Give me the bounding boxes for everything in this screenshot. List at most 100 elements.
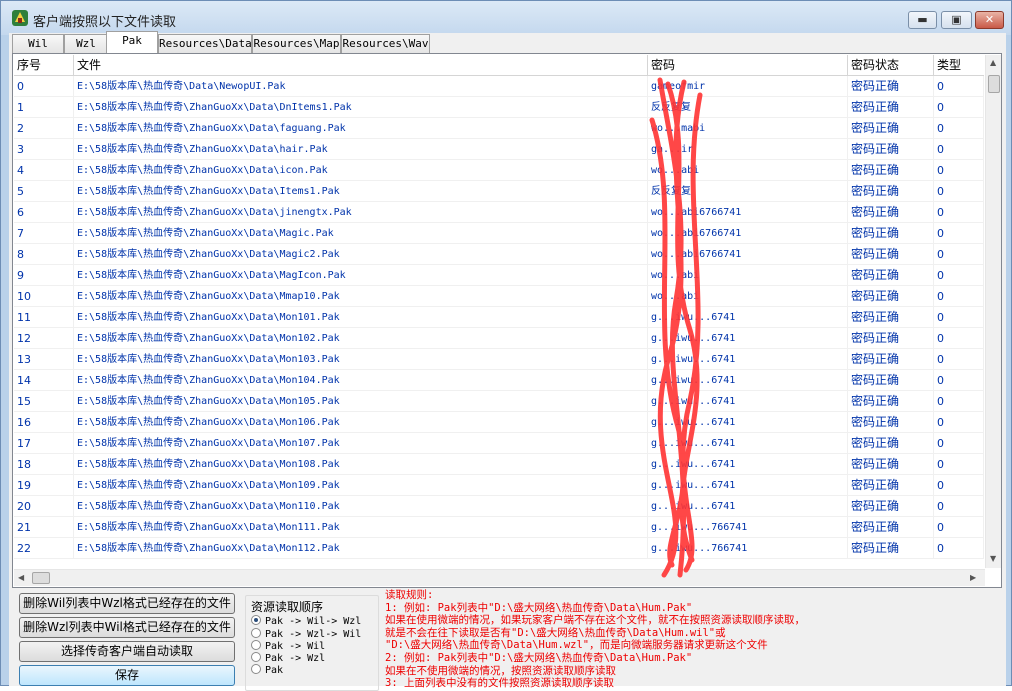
column-header-index[interactable]: 序号: [14, 55, 74, 76]
cell-file: E:\58版本库\热血传奇\ZhanGuoXx\Data\Mon111.Pak: [74, 517, 648, 538]
cell-status: 密码正确: [848, 538, 934, 559]
tab-resources-data[interactable]: Resources\Data: [158, 34, 252, 53]
column-header-file[interactable]: 文件: [74, 55, 648, 76]
radio-order-4[interactable]: Pak -> Wzl: [251, 652, 325, 664]
table-row[interactable]: 20 E:\58版本库\热血传奇\ZhanGuoXx\Data\Mon110.Pa…: [14, 496, 984, 517]
table-row[interactable]: 1 E:\58版本库\热血传奇\ZhanGuoXx\Data\DnItems1.P…: [14, 97, 984, 118]
cell-password: wo...abi6766741: [648, 223, 848, 244]
radio-order-5[interactable]: Pak: [251, 664, 283, 676]
scroll-up-arrow-icon[interactable]: ▲: [990, 59, 996, 67]
cell-type: 0: [934, 160, 984, 181]
cell-index: 1: [14, 97, 74, 118]
cell-type: 0: [934, 496, 984, 517]
cell-index: 0: [14, 76, 74, 97]
cell-index: 6: [14, 202, 74, 223]
tab-wzl[interactable]: Wzl: [64, 34, 108, 53]
save-button[interactable]: 保存: [19, 665, 235, 686]
table-row[interactable]: 15 E:\58版本库\热血传奇\ZhanGuoXx\Data\Mon105.Pa…: [14, 391, 984, 412]
table-row[interactable]: 9 E:\58版本库\热血传奇\ZhanGuoXx\Data\MagIcon.Pa…: [14, 265, 984, 286]
column-header-password[interactable]: 密码: [648, 55, 848, 76]
table-row[interactable]: 6 E:\58版本库\热血传奇\ZhanGuoXx\Data\jinengtx.P…: [14, 202, 984, 223]
column-header-type[interactable]: 类型: [934, 55, 984, 76]
cell-status: 密码正确: [848, 475, 934, 496]
vertical-scrollbar[interactable]: ▲ ▼: [985, 55, 1001, 568]
cell-index: 21: [14, 517, 74, 538]
table-row[interactable]: 0 E:\58版本库\热血传奇\Data\NewopUI.Pak gameofmir…: [14, 76, 984, 97]
table-row[interactable]: 10 E:\58版本库\热血传奇\ZhanGuoXx\Data\Mmap10.Pa…: [14, 286, 984, 307]
pak-file-list[interactable]: 序号 文件 密码 密码状态 类型 0 E:\58版本库\热血传奇\Data\New…: [14, 55, 984, 568]
cell-file: E:\58版本库\热血传奇\ZhanGuoXx\Data\Mon103.Pak: [74, 349, 648, 370]
cell-file: E:\58版本库\热血传奇\ZhanGuoXx\Data\Mon109.Pak: [74, 475, 648, 496]
horizontal-scroll-thumb[interactable]: [32, 572, 50, 584]
radio-icon[interactable]: [251, 652, 261, 662]
table-row[interactable]: 21 E:\58版本库\热血传奇\ZhanGuoXx\Data\Mon111.Pa…: [14, 517, 984, 538]
radio-selected-icon[interactable]: [251, 615, 261, 625]
table-row[interactable]: 3 E:\58版本库\热血传奇\ZhanGuoXx\Data\hair.Pak ga…: [14, 139, 984, 160]
cell-status: 密码正确: [848, 370, 934, 391]
delete-wil-duplicates-button[interactable]: 删除Wil列表中Wzl格式已经存在的文件: [19, 593, 235, 614]
delete-wzl-duplicates-button[interactable]: 删除Wzl列表中Wil格式已经存在的文件: [19, 617, 235, 638]
cell-type: 0: [934, 454, 984, 475]
scroll-right-arrow-icon[interactable]: ▶: [970, 574, 976, 582]
cell-status: 密码正确: [848, 433, 934, 454]
table-row[interactable]: 17 E:\58版本库\热血传奇\ZhanGuoXx\Data\Mon107.Pa…: [14, 433, 984, 454]
cell-file: E:\58版本库\热血传奇\ZhanGuoXx\Data\Mmap10.Pak: [74, 286, 648, 307]
cell-index: 3: [14, 139, 74, 160]
radio-icon[interactable]: [251, 628, 261, 638]
table-row[interactable]: 18 E:\58版本库\热血传奇\ZhanGuoXx\Data\Mon108.Pa…: [14, 454, 984, 475]
table-row[interactable]: 11 E:\58版本库\热血传奇\ZhanGuoXx\Data\Mon101.Pa…: [14, 307, 984, 328]
table-row[interactable]: 14 E:\58版本库\热血传奇\ZhanGuoXx\Data\Mon104.Pa…: [14, 370, 984, 391]
cell-index: 17: [14, 433, 74, 454]
auto-read-client-button[interactable]: 选择传奇客户端自动读取: [19, 641, 235, 662]
title-bar[interactable]: 客户端按照以下文件读取 ▬ ▣ ✕: [1, 1, 1011, 35]
table-row[interactable]: 19 E:\58版本库\热血传奇\ZhanGuoXx\Data\Mon109.Pa…: [14, 475, 984, 496]
cell-file: E:\58版本库\热血传奇\ZhanGuoXx\Data\Mon110.Pak: [74, 496, 648, 517]
scroll-left-arrow-icon[interactable]: ◀: [18, 574, 24, 582]
table-row[interactable]: 13 E:\58版本库\热血传奇\ZhanGuoXx\Data\Mon103.Pa…: [14, 349, 984, 370]
tab-resources-map[interactable]: Resources\Map: [252, 34, 341, 53]
cell-file: E:\58版本库\热血传奇\ZhanGuoXx\Data\DnItems1.Pa…: [74, 97, 648, 118]
window-title: 客户端按照以下文件读取: [33, 15, 177, 30]
table-row[interactable]: 2 E:\58版本库\热血传奇\ZhanGuoXx\Data\faguang.Pa…: [14, 118, 984, 139]
cell-file: E:\58版本库\热血传奇\ZhanGuoXx\Data\icon.Pak: [74, 160, 648, 181]
tab-wil[interactable]: Wil: [12, 34, 64, 53]
vertical-scroll-thumb[interactable]: [988, 75, 1000, 93]
table-row[interactable]: 16 E:\58版本库\热血传奇\ZhanGuoXx\Data\Mon106.Pa…: [14, 412, 984, 433]
radio-order-3[interactable]: Pak -> Wil: [251, 640, 325, 652]
scroll-down-arrow-icon[interactable]: ▼: [990, 555, 996, 563]
horizontal-scrollbar[interactable]: ◀ ▶: [14, 569, 985, 586]
maximize-button[interactable]: ▣: [941, 11, 972, 29]
cell-password: wo...abi: [648, 160, 848, 181]
cell-password: wo...abi6766741: [648, 244, 848, 265]
table-row[interactable]: 7 E:\58版本库\热血传奇\ZhanGuoXx\Data\Magic.Pak w…: [14, 223, 984, 244]
table-row[interactable]: 8 E:\58版本库\热血传奇\ZhanGuoXx\Data\Magic2.Pak…: [14, 244, 984, 265]
radio-order-1[interactable]: Pak -> Wil-> Wzl: [251, 615, 361, 627]
tab-resources-wav[interactable]: Resources\Wav: [341, 34, 430, 53]
radio-icon[interactable]: [251, 640, 261, 650]
cell-password: g...iwu...6741: [648, 496, 848, 517]
read-rules-text: 读取规则: 1: 例如: Pak列表中"D:\盛大网络\热血传奇\Data\Hu…: [385, 589, 1005, 690]
cell-password: g...iwu...6741: [648, 475, 848, 496]
tab-pak[interactable]: Pak: [106, 31, 158, 53]
table-row[interactable]: 5 E:\58版本库\热血传奇\ZhanGuoXx\Data\Items1.Pak…: [14, 181, 984, 202]
cell-password: g...iwu...6741: [648, 454, 848, 475]
cell-index: 7: [14, 223, 74, 244]
table-row[interactable]: 4 E:\58版本库\热血传奇\ZhanGuoXx\Data\icon.Pak wo…: [14, 160, 984, 181]
cell-password: 反反复复: [648, 181, 848, 202]
cell-file: E:\58版本库\热血传奇\ZhanGuoXx\Data\Items1.Pak: [74, 181, 648, 202]
radio-icon[interactable]: [251, 664, 261, 674]
cell-index: 16: [14, 412, 74, 433]
table-row[interactable]: 22 E:\58版本库\热血传奇\ZhanGuoXx\Data\Mon112.Pa…: [14, 538, 984, 559]
cell-type: 0: [934, 517, 984, 538]
cell-file: E:\58版本库\热血传奇\ZhanGuoXx\Data\faguang.Pak: [74, 118, 648, 139]
cell-file: E:\58版本库\热血传奇\ZhanGuoXx\Data\Mon108.Pak: [74, 454, 648, 475]
column-header-status[interactable]: 密码状态: [848, 55, 934, 76]
table-row[interactable]: 12 E:\58版本库\热血传奇\ZhanGuoXx\Data\Mon102.Pa…: [14, 328, 984, 349]
cell-file: E:\58版本库\热血传奇\ZhanGuoXx\Data\Magic2.Pak: [74, 244, 648, 265]
minimize-button[interactable]: ▬: [908, 11, 937, 29]
pak-list-frame: 序号 文件 密码 密码状态 类型 0 E:\58版本库\热血传奇\Data\New…: [12, 53, 1002, 588]
cell-file: E:\58版本库\热血传奇\ZhanGuoXx\Data\Mon112.Pak: [74, 538, 648, 559]
close-button[interactable]: ✕: [975, 11, 1004, 29]
radio-order-2[interactable]: Pak -> Wzl-> Wil: [251, 628, 361, 640]
cell-file: E:\58版本库\热血传奇\ZhanGuoXx\Data\Mon105.Pak: [74, 391, 648, 412]
